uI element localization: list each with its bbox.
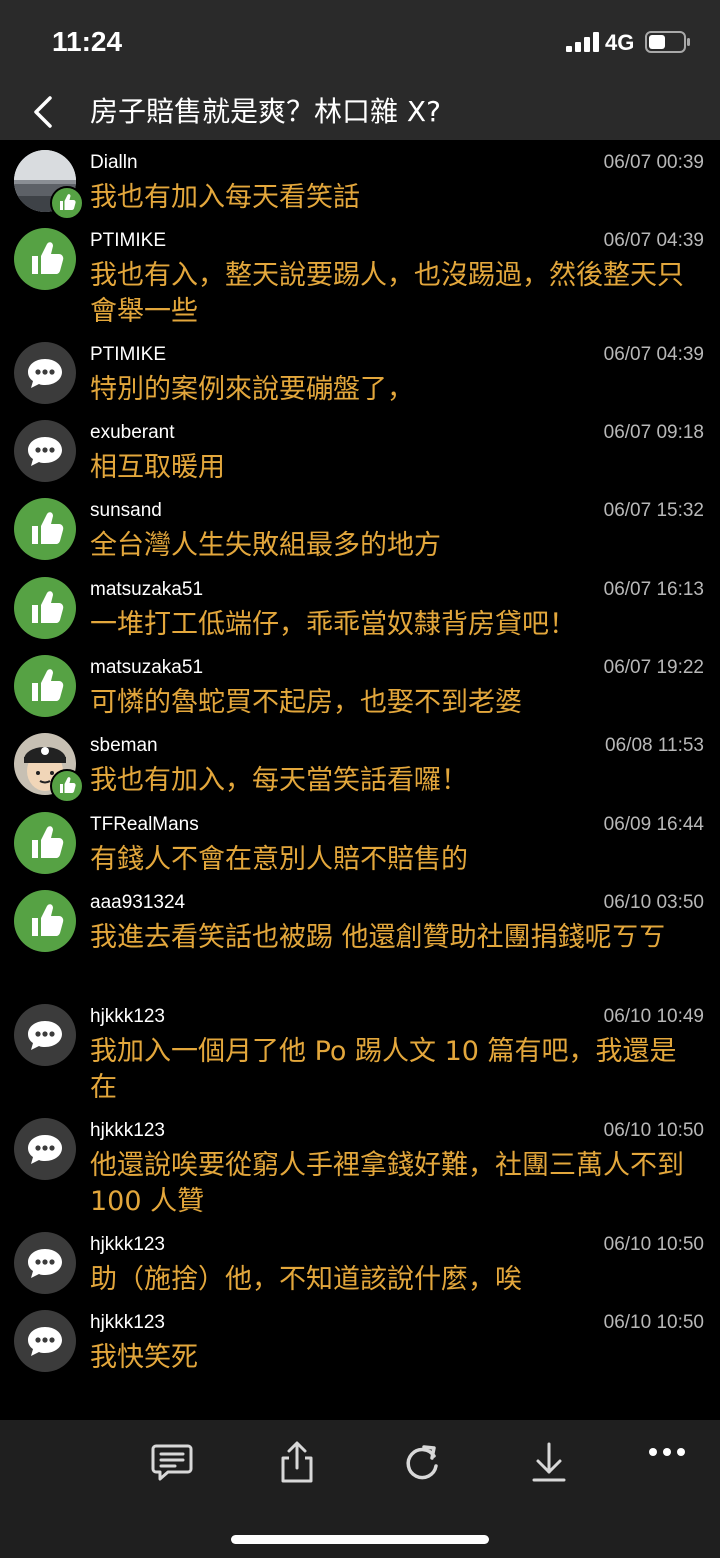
comment-text: 一堆打工低端仔，乖乖當奴隸背房貸吧！ [90,609,576,640]
comment-text: 相互取暖用 [90,452,225,483]
thumbs-up-icon[interactable] [14,812,76,874]
comment-icon[interactable] [150,1440,194,1484]
comment-username[interactable]: aaa931324 [90,892,185,914]
comment-timestamp: 06/10 10:50 [603,1120,704,1141]
comment-timestamp: 06/07 00:39 [603,152,704,173]
comment-text: 全台灣人生失敗組最多的地方 [90,530,441,561]
status-time: 11:24 [52,26,123,57]
comment-text: 我加入一個月了他 Po 踢人文 10 篇有吧，我還是在 [90,1036,677,1103]
comment-timestamp: 06/09 16:44 [603,814,704,835]
comment-timestamp: 06/10 03:50 [603,892,704,913]
more-icon[interactable] [645,1430,689,1474]
comment-username[interactable]: hjkkk123 [90,1234,165,1256]
download-icon[interactable] [527,1440,571,1484]
battery-icon [645,31,690,53]
comment-timestamp: 06/07 19:22 [603,657,704,678]
comment-text: 特別的案例來說要磞盤了， [90,374,414,405]
comment-timestamp: 06/07 09:18 [603,422,704,443]
thumbs-up-icon[interactable] [14,577,76,639]
comment-username[interactable]: exuberant [90,422,175,444]
page-title: 房子賠售就是爽？林口雜 X? [90,95,441,128]
like-badge-icon [50,186,84,220]
comment-username[interactable]: matsuzaka51 [90,579,203,601]
thumbs-up-icon[interactable] [14,228,76,290]
status-bar: 11:24 4G [0,0,720,82]
comment-text: 我也有入，整天說要踢人，也沒踢過，然後整天只會舉一些 [90,260,684,327]
comment-timestamp: 06/07 04:39 [603,230,704,251]
signal-icon [566,32,599,52]
chat-bubble-icon[interactable] [14,1118,76,1180]
refresh-icon[interactable] [400,1440,444,1484]
comment-text: 助（施捨）他，不知道該說什麼，唉 [90,1264,522,1295]
comment-timestamp: 06/10 10:50 [603,1312,704,1333]
bottom-toolbar [0,1420,720,1558]
home-indicator [231,1535,489,1544]
back-icon[interactable] [28,92,58,132]
comment-timestamp: 06/07 15:32 [603,500,704,521]
comment-text: 我也有加入每天看笑話 [90,182,360,213]
comment-username[interactable]: sunsand [90,500,162,522]
comment-timestamp: 06/10 10:50 [603,1234,704,1255]
comment-text: 他還說唉要從窮人手裡拿錢好難，社團三萬人不到 100 人贊 [90,1150,684,1217]
comment-timestamp: 06/07 16:13 [603,579,704,600]
chat-bubble-icon[interactable] [14,1310,76,1372]
comment-timestamp: 06/08 11:53 [605,735,704,756]
comment-text: 我也有加入，每天當笑話看囉！ [90,765,468,796]
thumbs-up-icon[interactable] [14,655,76,717]
comment-username[interactable]: hjkkk123 [90,1312,165,1334]
comment-username[interactable]: PTIMIKE [90,344,166,366]
thumbs-up-icon[interactable] [14,890,76,952]
comment-username[interactable]: matsuzaka51 [90,657,203,679]
comment-username[interactable]: Dialln [90,152,138,174]
comment-username[interactable]: hjkkk123 [90,1006,165,1028]
comment-username[interactable]: TFRealMans [90,814,199,836]
comment-timestamp: 06/10 10:49 [603,1006,704,1027]
comment-text: 有錢人不會在意別人賠不賠售的 [90,844,468,875]
comment-timestamp: 06/07 04:39 [603,344,704,365]
thumbs-up-icon[interactable] [14,498,76,560]
share-icon[interactable] [275,1440,319,1484]
header-bar: 房子賠售就是爽？林口雜 X? [0,82,720,140]
network-label: 4G [605,30,635,55]
chat-bubble-icon[interactable] [14,342,76,404]
comment-text: 我快笑死 [90,1342,198,1373]
chat-bubble-icon[interactable] [14,1004,76,1066]
comment-username[interactable]: hjkkk123 [90,1120,165,1142]
comment-text: 可憐的魯蛇買不起房，也娶不到老婆 [90,687,522,718]
chat-bubble-icon[interactable] [14,420,76,482]
like-badge-icon [50,769,84,803]
comment-text: 我進去看笑話也被踢 他還創贊助社團捐錢呢ㄎㄎ [90,922,666,953]
comment-username[interactable]: PTIMIKE [90,230,166,252]
chat-bubble-icon[interactable] [14,1232,76,1294]
comment-username[interactable]: sbeman [90,735,158,757]
